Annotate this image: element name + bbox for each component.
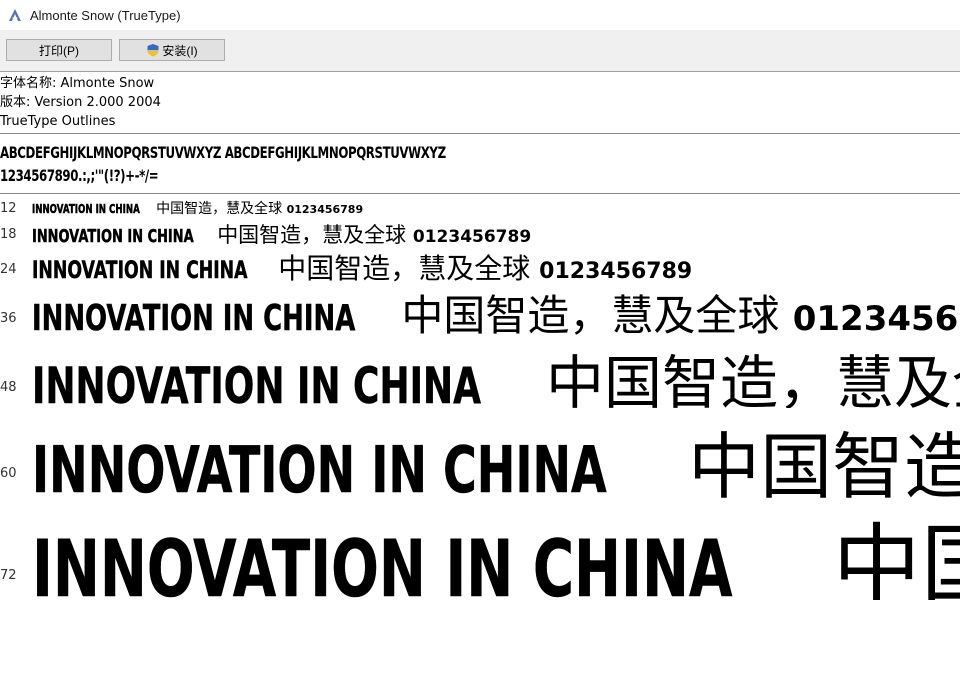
sample-digits: 0123456789: [539, 259, 693, 284]
sample-row-72: 72 INNOVATION IN CHINA 中国智造，慧及全球 0123456…: [0, 495, 960, 600]
size-label: 72: [0, 568, 17, 583]
font-app-icon: [9, 9, 21, 21]
sample-latin: INNOVATION IN CHINA: [32, 434, 607, 500]
size-label: 60: [0, 466, 17, 481]
sample-cjk: 中国智造，慧及全球: [832, 514, 960, 600]
sample-row-60: 60 INNOVATION IN CHINA 中国智造，慧及全球 0123456…: [0, 408, 960, 500]
size-label: 12: [0, 201, 17, 216]
font-outline-line: TrueType Outlines: [0, 114, 116, 129]
sample-digits: 0123456789: [792, 299, 960, 338]
print-button-label: 打印(P): [39, 43, 79, 58]
font-version-line: 版本: Version 2.000 2004: [0, 95, 161, 110]
sample-cjk: 中国智造，慧及全球: [401, 291, 780, 338]
sample-row-12: 12 INNOVATION IN CHINA 中国智造，慧及全球 0123456…: [0, 197, 960, 219]
sample-latin: INNOVATION IN CHINA: [32, 256, 248, 285]
sample-row-36: 36 INNOVATION IN CHINA 中国智造，慧及全球 0123456…: [0, 282, 960, 338]
size-label: 36: [0, 311, 17, 326]
sample-latin: INNOVATION IN CHINA: [32, 202, 140, 217]
sample-latin: INNOVATION IN CHINA: [32, 525, 733, 600]
sample-latin: INNOVATION IN CHINA: [32, 298, 356, 338]
sample-cjk: 中国智造，慧及全球: [278, 252, 531, 285]
sample-latin: INNOVATION IN CHINA: [32, 226, 194, 248]
sample-latin: INNOVATION IN CHINA: [32, 357, 481, 408]
sample-cjk: 中国智造，慧及全球: [688, 425, 960, 500]
sample-cjk: 中国智造，慧及全球: [546, 349, 960, 408]
window-title: Almonte Snow (TrueType): [30, 7, 181, 23]
font-info: 字体名称: Almonte Snow 版本: Version 2.000 200…: [0, 74, 161, 131]
sample-cjk: 中国智造，慧及全球: [217, 223, 407, 247]
charset-symbols: 1234567890.:,;'"(!?)+-*/=: [0, 166, 159, 185]
font-name-line: 字体名称: Almonte Snow: [0, 76, 155, 91]
sample-cjk: 中国智造，慧及全球: [156, 201, 283, 217]
size-label: 24: [0, 262, 17, 277]
sample-digits: 0123456789: [412, 227, 532, 247]
print-button[interactable]: 打印(P): [6, 39, 112, 61]
sample-row-48: 48 INNOVATION IN CHINA 中国智造，慧及全球 0123456…: [0, 336, 960, 408]
size-label: 48: [0, 380, 17, 395]
install-button[interactable]: 安装(I): [119, 39, 225, 61]
sample-digits: 0123456789: [286, 203, 364, 216]
sample-row-24: 24 INNOVATION IN CHINA 中国智造，慧及全球 0123456…: [0, 247, 960, 285]
divider: [0, 133, 960, 134]
install-button-label: 安装(I): [162, 43, 198, 58]
title-bar: Almonte Snow (TrueType): [0, 0, 960, 30]
divider: [0, 193, 960, 194]
uac-shield-icon: [147, 44, 159, 57]
charset-letters: ABCDEFGHIJKLMNOPQRSTUVWXYZ ABCDEFGHIJKLM…: [0, 143, 446, 162]
size-label: 18: [0, 227, 17, 242]
toolbar: 打印(P) 安装(I): [0, 30, 960, 72]
